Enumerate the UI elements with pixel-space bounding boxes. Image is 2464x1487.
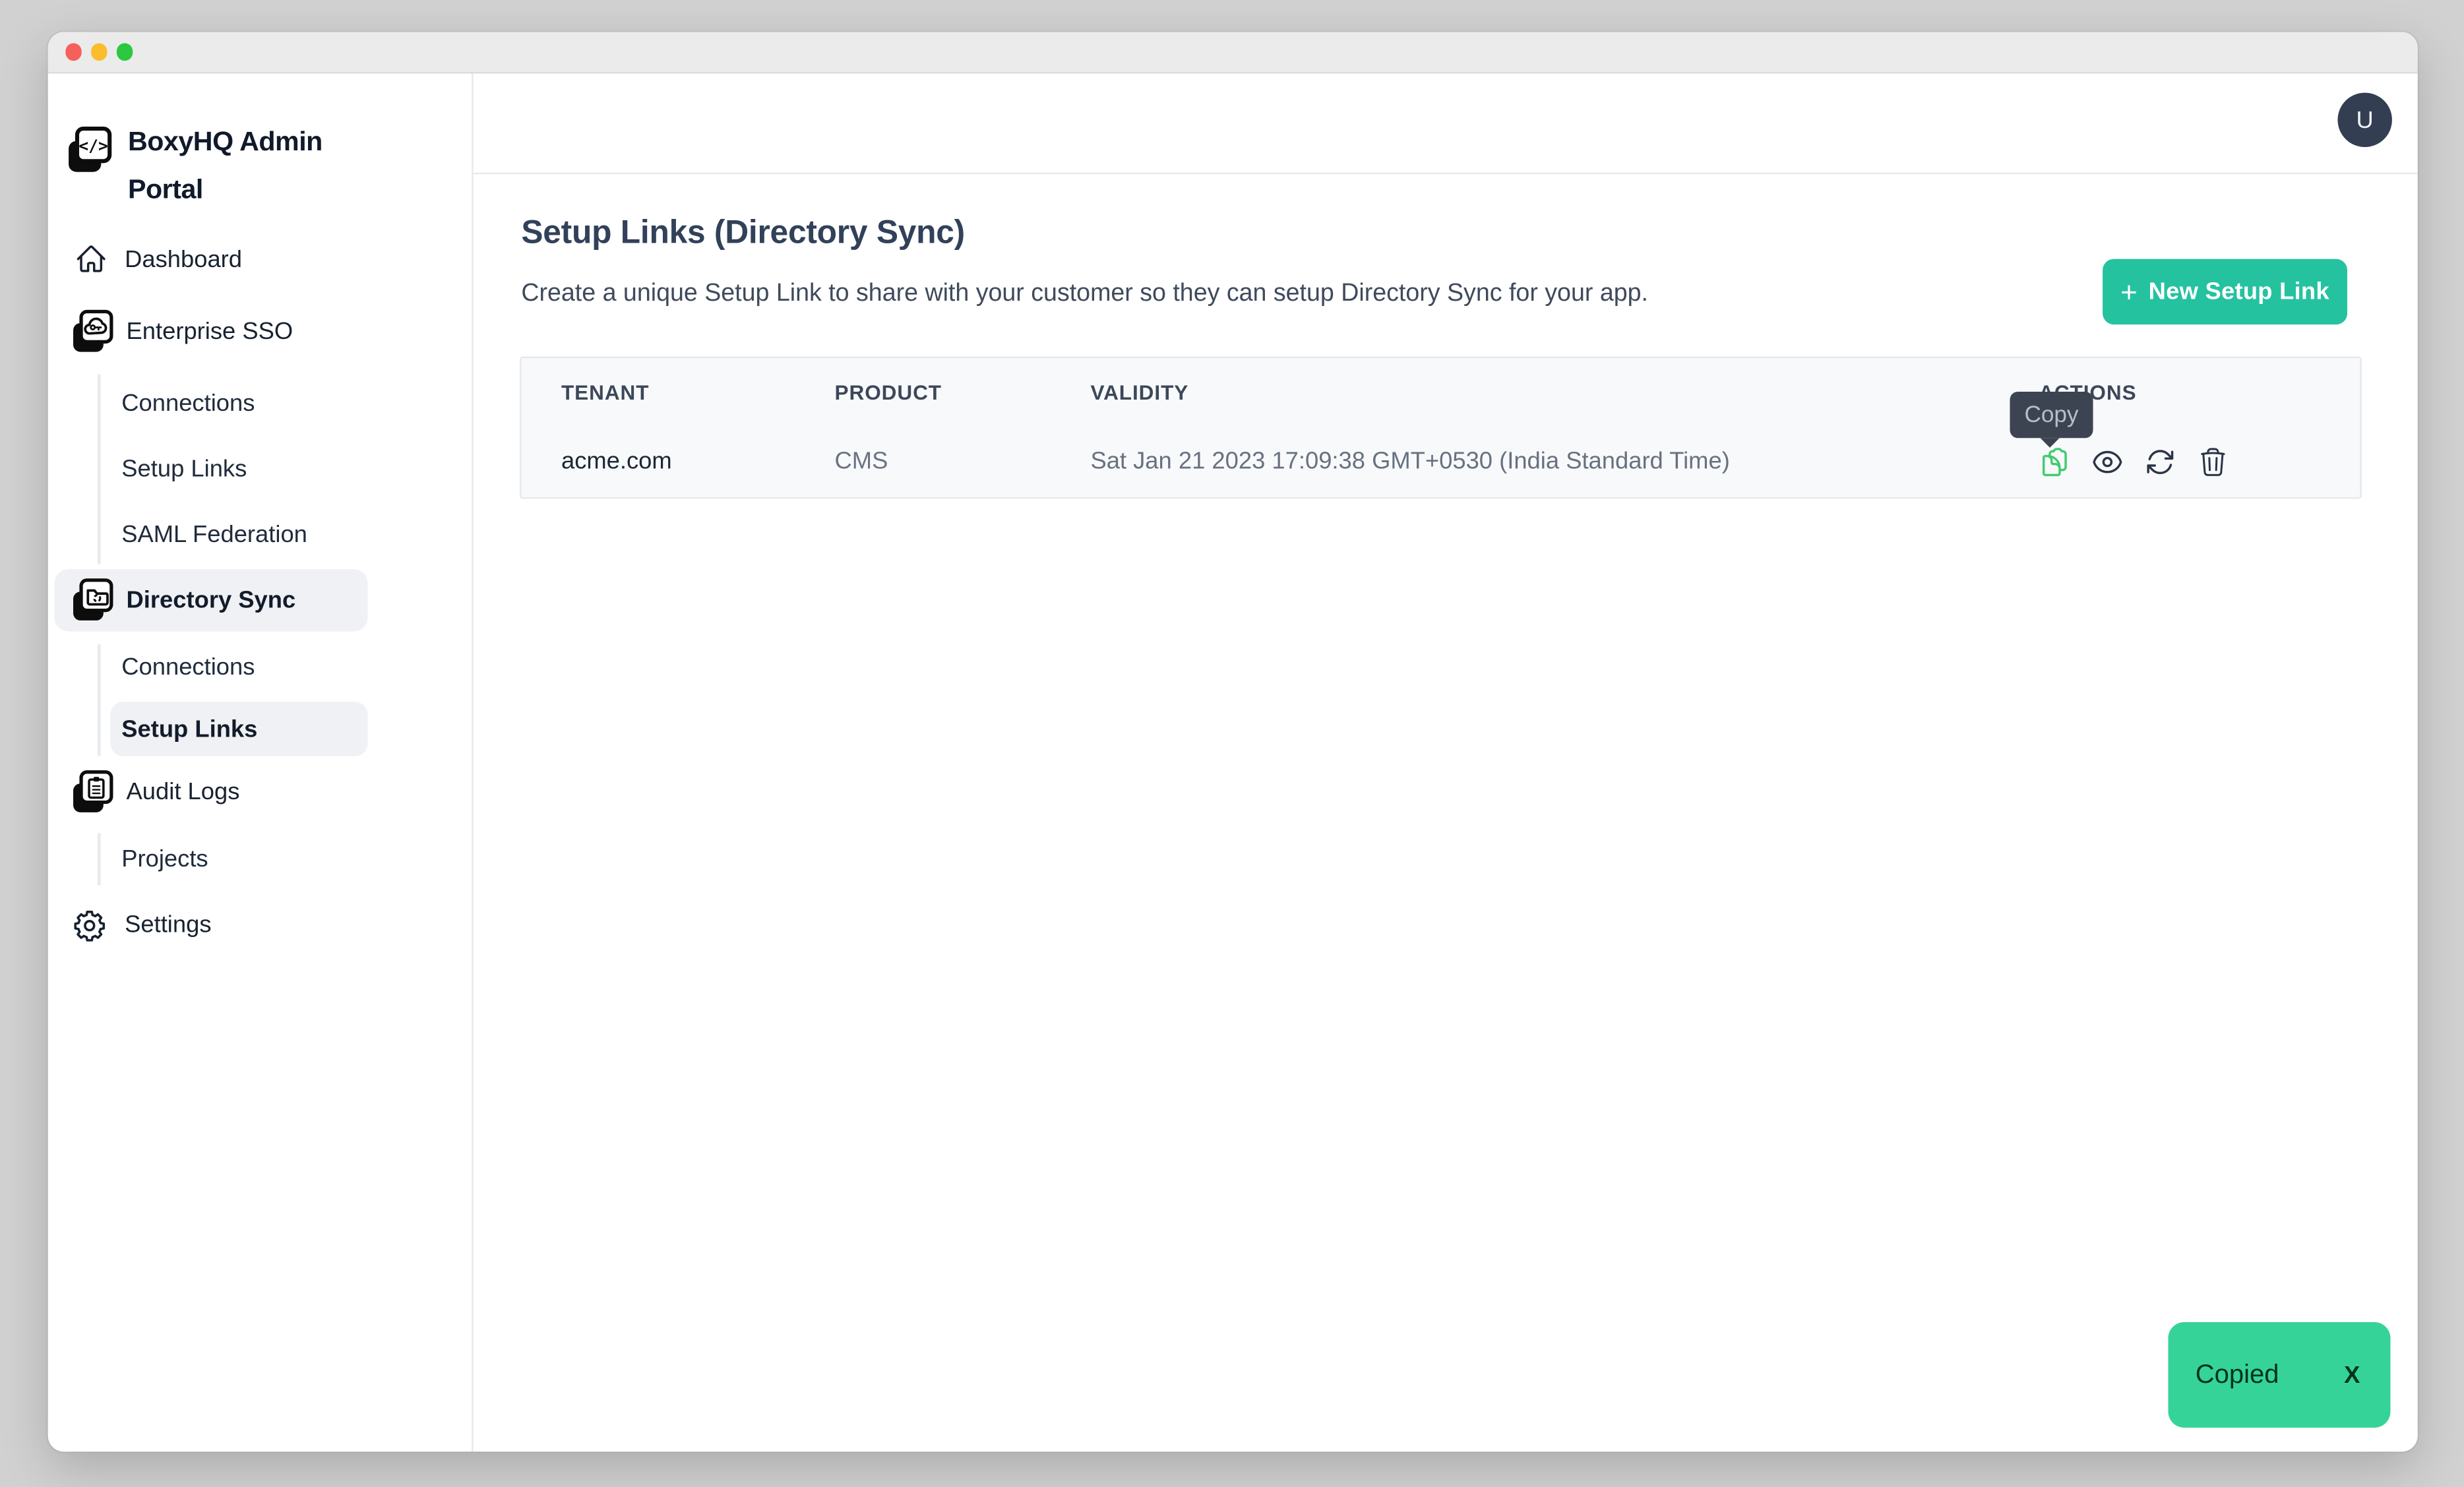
toast-message: Copied (2196, 1360, 2279, 1390)
copy-icon[interactable] (2039, 446, 2070, 477)
user-avatar[interactable]: U (2337, 93, 2391, 147)
sidebar-subitem-label: Setup Links (121, 715, 257, 743)
sidebar-item-directory-sync[interactable]: Directory Sync (54, 569, 367, 632)
sidebar-item-audit-logs[interactable]: Audit Logs (71, 768, 240, 816)
page-title: Setup Links (Directory Sync) (521, 214, 965, 253)
app-body: </> BoxyHQ Admin Portal Dashboard (48, 74, 2418, 1452)
home-icon (75, 243, 107, 275)
delete-trash-icon[interactable] (2197, 446, 2229, 477)
sidebar-subitem-saml-federation[interactable]: SAML Federation (121, 520, 307, 551)
sidebar-subitem-sso-setup-links[interactable]: Setup Links (121, 454, 247, 486)
sidebar: </> BoxyHQ Admin Portal Dashboard (48, 74, 474, 1452)
sso-cloud-key-icon (71, 308, 113, 354)
toast-close-button[interactable]: X (2344, 1361, 2360, 1388)
sidebar-item-label: Enterprise SSO (127, 317, 293, 344)
new-setup-link-label: New Setup Link (2149, 278, 2329, 305)
sidebar-item-label: Settings (125, 911, 211, 938)
window-zoom-button[interactable] (116, 44, 133, 60)
app-title: BoxyHQ Admin Portal (128, 118, 329, 212)
submenu-guide-line (98, 833, 101, 886)
column-header-tenant: TENANT (561, 358, 649, 427)
top-header-bar: U (474, 74, 2418, 175)
sidebar-subitem-projects[interactable]: Projects (121, 844, 208, 876)
page-description: Create a unique Setup Link to share with… (521, 280, 1648, 309)
clipboard-icon (71, 768, 113, 814)
gear-icon (72, 907, 107, 942)
submenu-guide-line (98, 644, 101, 756)
avatar-initial: U (2356, 106, 2374, 133)
window-minimize-button[interactable] (90, 44, 107, 60)
sidebar-subitem-sso-connections[interactable]: Connections (121, 388, 255, 419)
copied-toast: Copied X (2168, 1322, 2390, 1428)
boxyhq-logo-icon: </> (65, 125, 111, 176)
app-window: </> BoxyHQ Admin Portal Dashboard (48, 32, 2418, 1451)
copy-tooltip: Copy (2010, 392, 2093, 438)
sidebar-item-enterprise-sso[interactable]: Enterprise SSO (71, 307, 293, 355)
cell-product: CMS (835, 427, 888, 497)
submenu-guide-line (98, 374, 101, 564)
app-logo[interactable]: </> BoxyHQ Admin Portal (65, 118, 329, 212)
main-content: U Setup Links (Directory Sync) Create a … (474, 74, 2418, 1452)
svg-text:</>: </> (78, 136, 108, 155)
view-eye-icon[interactable] (2091, 446, 2123, 477)
new-setup-link-button[interactable]: + New Setup Link (2103, 259, 2347, 324)
copy-tooltip-arrow (2041, 438, 2060, 448)
column-header-validity: VALIDITY (1090, 358, 1188, 427)
directory-folder-sync-icon (71, 577, 113, 623)
sidebar-item-settings[interactable]: Settings (72, 907, 211, 944)
sidebar-subitem-dsync-connections[interactable]: Connections (121, 652, 255, 683)
window-close-button[interactable] (65, 44, 81, 60)
sidebar-item-label: Audit Logs (127, 777, 240, 804)
cell-validity: Sat Jan 21 2023 17:09:38 GMT+0530 (India… (1090, 427, 1729, 497)
regenerate-refresh-icon[interactable] (2144, 446, 2176, 477)
window-titlebar (48, 32, 2418, 73)
screen: </> BoxyHQ Admin Portal Dashboard (0, 0, 2464, 1487)
sidebar-item-dashboard[interactable]: Dashboard (75, 238, 242, 280)
column-header-product: PRODUCT (835, 358, 942, 427)
sidebar-subitem-dsync-setup-links[interactable]: Setup Links (110, 702, 367, 756)
cell-tenant: acme.com (561, 427, 672, 497)
sidebar-item-label: Dashboard (125, 245, 242, 272)
plus-icon: + (2120, 278, 2137, 307)
sidebar-item-label: Directory Sync (127, 587, 296, 614)
